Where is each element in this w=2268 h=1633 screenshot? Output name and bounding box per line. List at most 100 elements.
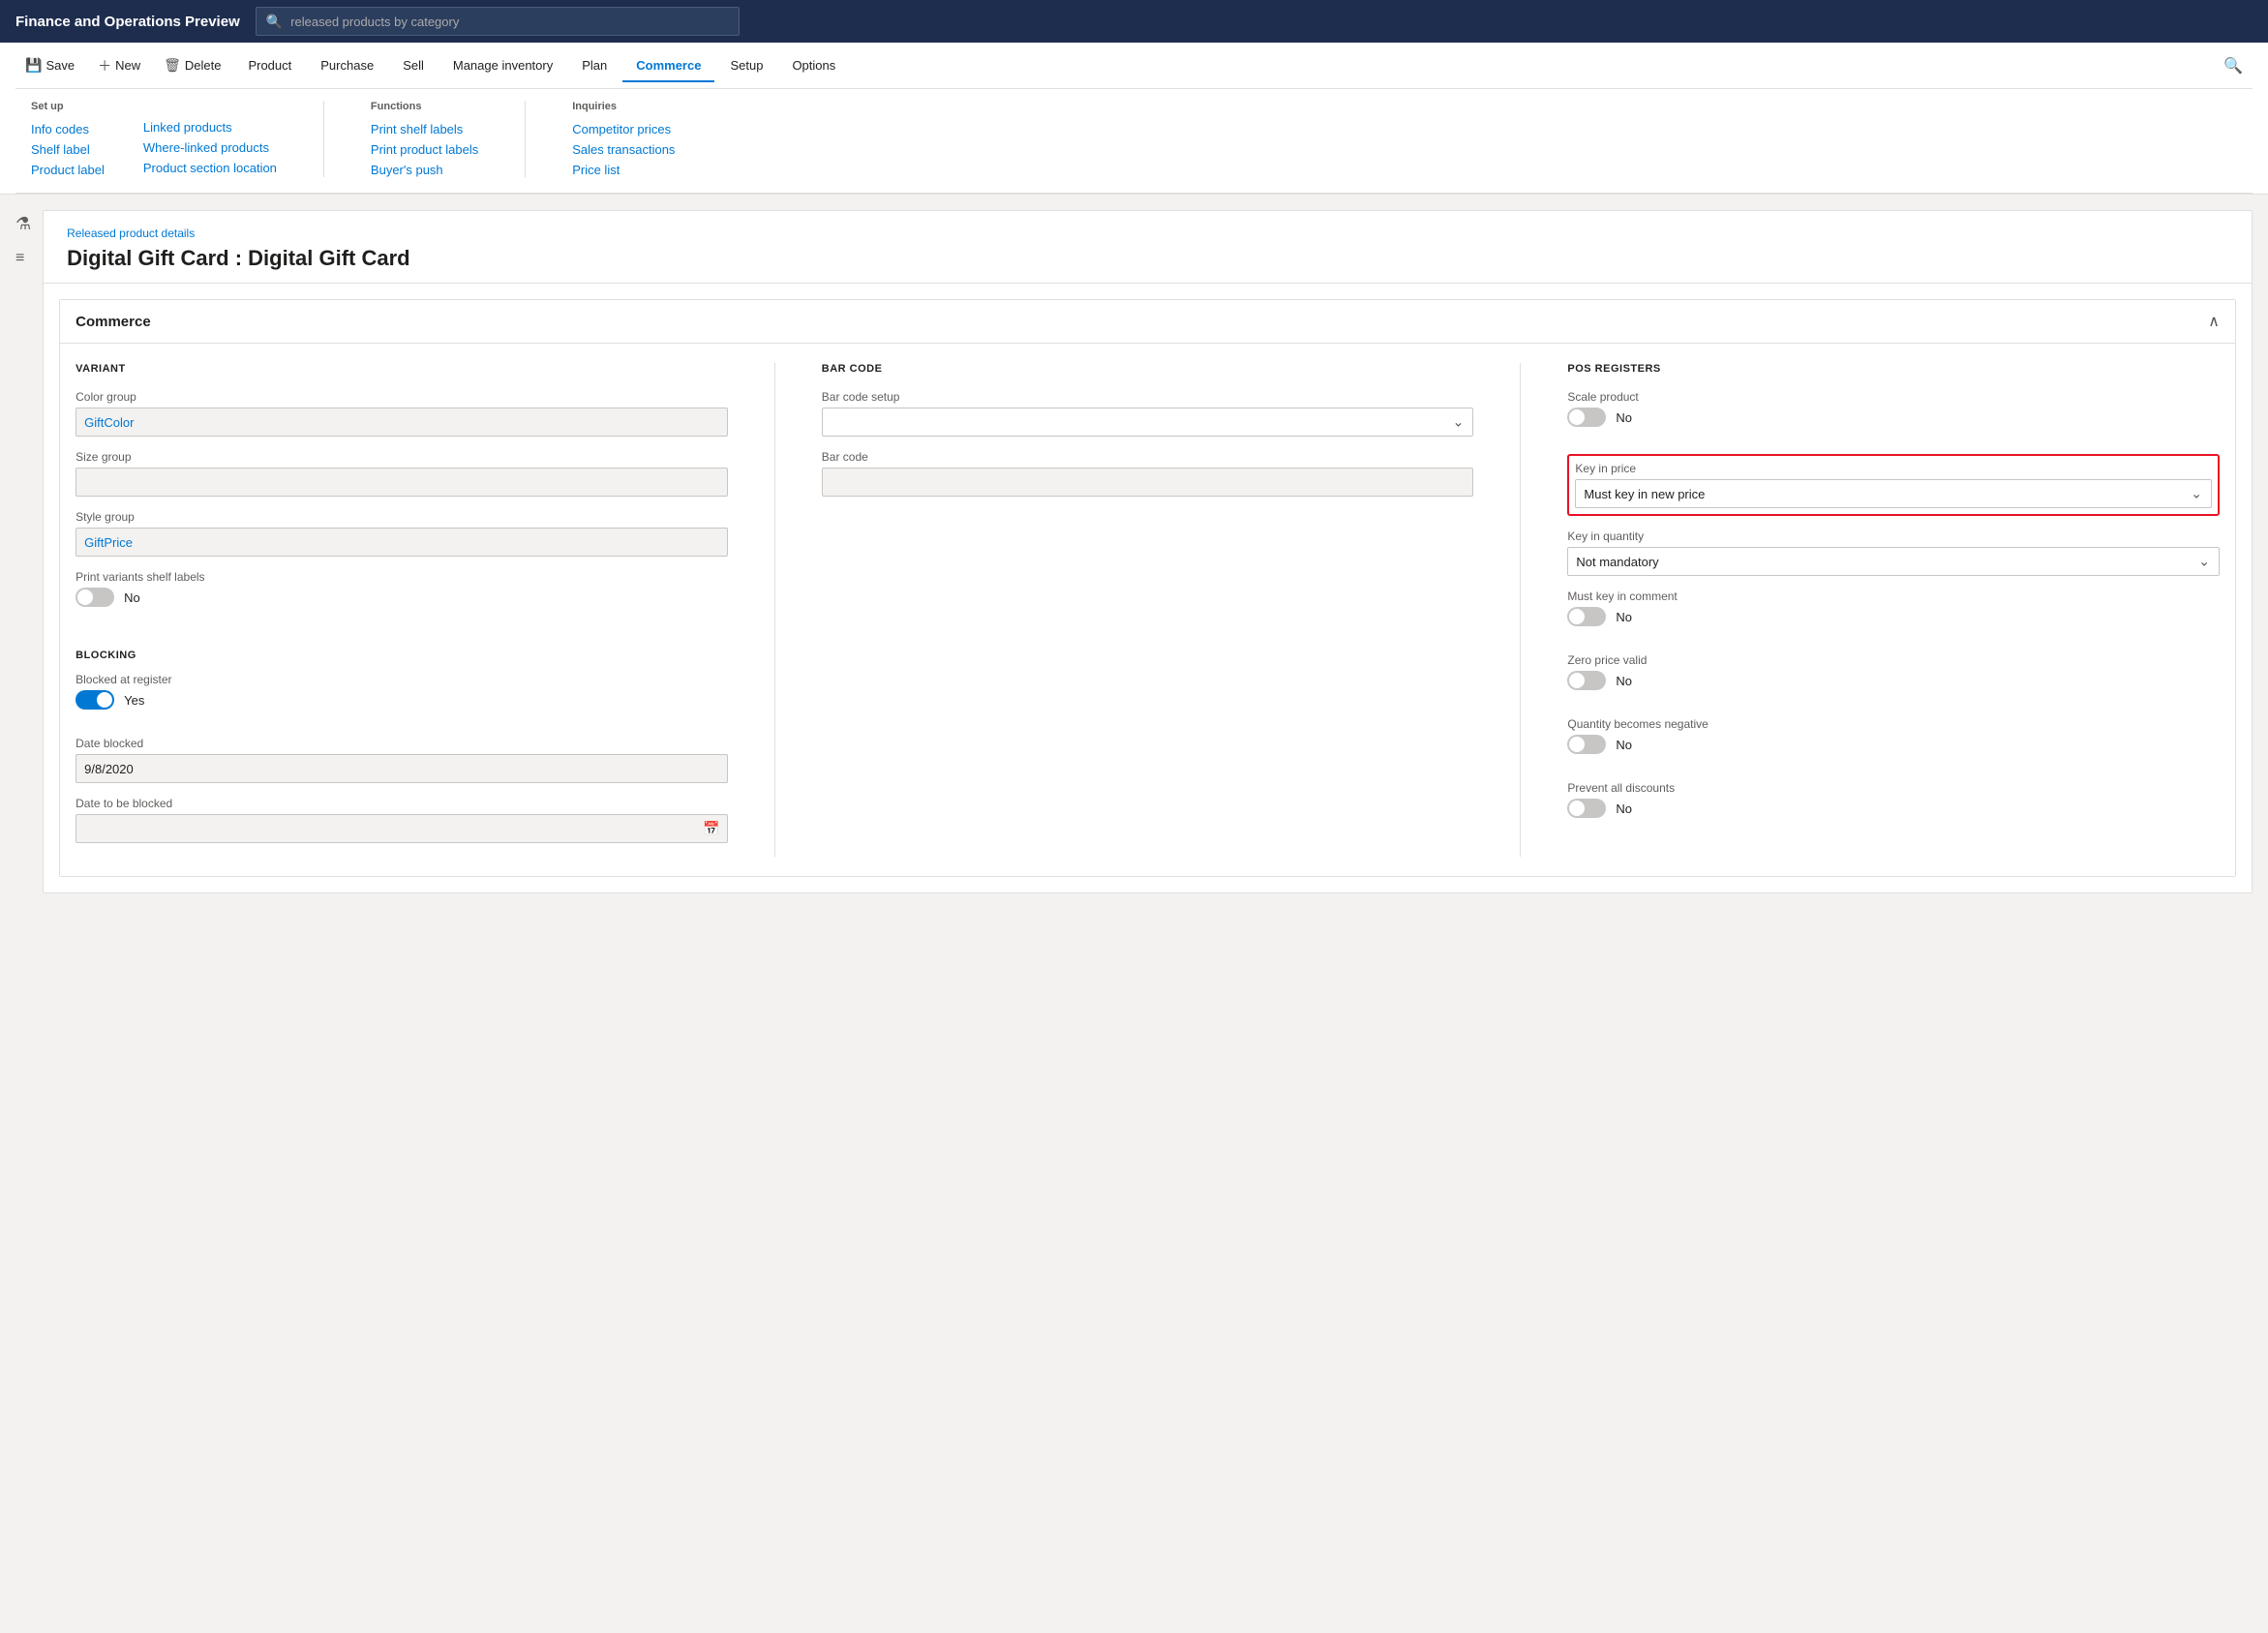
print-variants-label: Print variants shelf labels — [76, 570, 728, 584]
scale-product-label: Scale product — [1567, 390, 2220, 404]
ribbon-nav: Product Purchase Sell Manage inventory P… — [234, 47, 849, 84]
competitor-prices-link[interactable]: Competitor prices — [572, 122, 675, 136]
collapse-icon[interactable]: ∧ — [2208, 312, 2220, 331]
scale-product-toggle[interactable] — [1567, 408, 1606, 427]
search-icon: 🔍 — [266, 14, 283, 30]
nav-options[interactable]: Options — [778, 50, 849, 82]
info-codes-link[interactable]: Info codes — [31, 122, 105, 136]
breadcrumb[interactable]: Released product details — [67, 227, 2228, 240]
save-button[interactable]: 💾 Save — [15, 51, 84, 79]
shelf-label-link[interactable]: Shelf label — [31, 142, 105, 157]
prevent-all-discounts-value: No — [1616, 801, 1632, 816]
date-to-be-blocked-field: Date to be blocked 📅 — [76, 797, 728, 843]
delete-button[interactable]: 🗑 Delete — [154, 51, 230, 79]
pos-header: POS REGISTERS — [1567, 363, 2220, 375]
section-header[interactable]: Commerce ∧ — [60, 300, 2235, 344]
product-section-link[interactable]: Product section location — [143, 161, 277, 175]
nav-plan[interactable]: Plan — [568, 50, 620, 82]
size-group-label: Size group — [76, 450, 728, 464]
app-title: Finance and Operations Preview — [15, 14, 240, 30]
col-separator-2 — [1520, 363, 1521, 857]
key-in-price-label: Key in price — [1575, 462, 2212, 475]
filter-icon[interactable]: ⚗ — [15, 214, 31, 234]
nav-manage-inventory[interactable]: Manage inventory — [439, 50, 566, 82]
nav-setup[interactable]: Setup — [716, 50, 776, 82]
must-key-in-comment-label: Must key in comment — [1567, 590, 2220, 603]
global-search[interactable]: 🔍 — [256, 7, 740, 36]
page-title: Digital Gift Card : Digital Gift Card — [67, 246, 2228, 271]
nav-purchase[interactable]: Purchase — [307, 50, 387, 82]
menu-icon[interactable]: ≡ — [15, 250, 31, 267]
key-in-quantity-field: Key in quantity Not mandatory Mandatory — [1567, 529, 2220, 576]
ribbon: 💾 Save ＋ New 🗑 Delete Product Purchase S… — [0, 43, 2268, 195]
page-content: ⚗ ≡ Released product details Digital Gif… — [0, 195, 2268, 909]
color-group-input[interactable] — [76, 408, 728, 437]
print-product-labels-link[interactable]: Print product labels — [371, 142, 478, 157]
size-group-field: Size group — [76, 450, 728, 497]
product-label-link[interactable]: Product label — [31, 163, 105, 177]
inquiries-section: Inquiries Competitor prices Sales transa… — [572, 101, 675, 177]
price-list-link[interactable]: Price list — [572, 163, 675, 177]
print-variants-value: No — [124, 590, 140, 605]
bar-code-label: Bar code — [822, 450, 1474, 464]
bar-code-setup-label: Bar code setup — [822, 390, 1474, 404]
section-title: Commerce — [76, 314, 151, 330]
bar-code-setup-wrapper — [822, 408, 1474, 437]
color-group-field: Color group — [76, 390, 728, 437]
ribbon-search-icon[interactable]: 🔍 — [2214, 48, 2253, 83]
date-blocked-input[interactable] — [76, 754, 728, 783]
nav-sell[interactable]: Sell — [389, 50, 438, 82]
pos-column: POS REGISTERS Scale product No Key in pr… — [1567, 363, 2220, 857]
page-header: Released product details Digital Gift Ca… — [44, 211, 2252, 284]
variant-column: VARIANT Color group Size group Style gro… — [76, 363, 728, 857]
must-key-toggle-row: No — [1567, 607, 2220, 626]
quantity-negative-toggle-row: No — [1567, 735, 2220, 754]
commerce-section: Commerce ∧ VARIANT Color group Size grou… — [59, 299, 2236, 877]
print-shelf-labels-link[interactable]: Print shelf labels — [371, 122, 478, 136]
setup-section-2: Linked products Where-linked products Pr… — [143, 120, 277, 177]
zero-price-toggle-row: No — [1567, 671, 2220, 690]
quantity-becomes-negative-toggle[interactable] — [1567, 735, 1606, 754]
date-to-be-blocked-input[interactable] — [76, 814, 728, 843]
prevent-all-discounts-toggle[interactable] — [1567, 799, 1606, 818]
ribbon-toolbar: 💾 Save ＋ New 🗑 Delete Product Purchase S… — [15, 43, 2253, 89]
bar-code-setup-select[interactable] — [822, 408, 1474, 437]
nav-commerce[interactable]: Commerce — [622, 50, 714, 82]
barcode-column: BAR CODE Bar code setup Bar code — [822, 363, 1474, 857]
nav-product[interactable]: Product — [234, 50, 305, 82]
functions-header: Functions — [371, 101, 478, 112]
inquiries-header: Inquiries — [572, 101, 675, 112]
search-input[interactable] — [290, 15, 729, 29]
key-in-quantity-label: Key in quantity — [1567, 529, 2220, 543]
new-button[interactable]: ＋ New — [88, 50, 150, 81]
key-in-price-select[interactable]: Not mandatory Must key in new price Must… — [1575, 479, 2212, 508]
size-group-input[interactable] — [76, 468, 728, 497]
style-group-input[interactable] — [76, 528, 728, 557]
prevent-all-discounts-label: Prevent all discounts — [1567, 781, 2220, 795]
blocked-toggle[interactable] — [76, 690, 114, 710]
new-icon: ＋ — [98, 56, 111, 76]
prevent-discounts-toggle-row: No — [1567, 799, 2220, 818]
print-variants-toggle[interactable] — [76, 588, 114, 607]
key-in-quantity-select[interactable]: Not mandatory Mandatory — [1567, 547, 2220, 576]
sales-transactions-link[interactable]: Sales transactions — [572, 142, 675, 157]
save-icon: 💾 — [25, 57, 42, 74]
bar-code-input[interactable] — [822, 468, 1474, 497]
zero-price-valid-toggle[interactable] — [1567, 671, 1606, 690]
must-key-in-comment-toggle[interactable] — [1567, 607, 1606, 626]
delete-icon: 🗑 — [164, 57, 181, 74]
scale-product-value: No — [1616, 410, 1632, 425]
buyers-push-link[interactable]: Buyer's push — [371, 163, 478, 177]
scale-toggle-row: No — [1567, 408, 2220, 427]
style-group-field: Style group — [76, 510, 728, 557]
blocking-header: BLOCKING — [76, 650, 728, 661]
linked-products-link[interactable]: Linked products — [143, 120, 277, 135]
date-blocked-field: Date blocked — [76, 737, 728, 783]
where-linked-link[interactable]: Where-linked products — [143, 140, 277, 155]
print-variants-toggle-row: No — [76, 588, 728, 607]
must-key-in-comment-value: No — [1616, 610, 1632, 624]
separator-1 — [323, 101, 324, 177]
blocked-at-register-label: Blocked at register — [76, 673, 728, 686]
bar-code-field: Bar code — [822, 450, 1474, 497]
setup-section-1: Set up Info codes Shelf label Product la… — [31, 101, 105, 177]
